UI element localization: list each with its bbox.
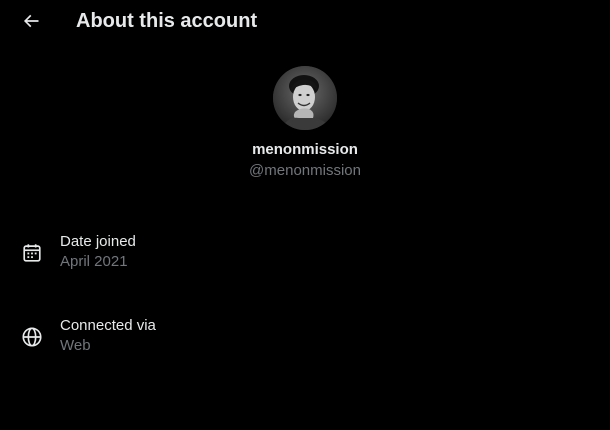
user-handle: @menonmission [249, 162, 361, 179]
display-name: menonmission [252, 141, 358, 158]
connected-via-label: Connected via [60, 317, 156, 334]
page-title: About this account [76, 10, 258, 32]
date-joined-value: April 2021 [60, 253, 128, 270]
globe-icon [22, 327, 42, 347]
date-joined-row: Date joined April 2021 [0, 232, 610, 282]
avatar[interactable] [273, 66, 337, 130]
calendar-icon [23, 244, 41, 262]
connected-via-row: Connected via Web [0, 316, 610, 366]
back-button[interactable] [14, 4, 48, 38]
profile-photo [273, 66, 337, 130]
profile-summary: menonmission @menonmission [0, 66, 610, 181]
about-account-page: About this account menonmission @menonmi… [0, 0, 610, 430]
page-header: About this account [0, 0, 610, 42]
arrow-left-icon [23, 14, 39, 28]
date-joined-label: Date joined [60, 233, 136, 250]
connected-via-value: Web [60, 337, 91, 354]
